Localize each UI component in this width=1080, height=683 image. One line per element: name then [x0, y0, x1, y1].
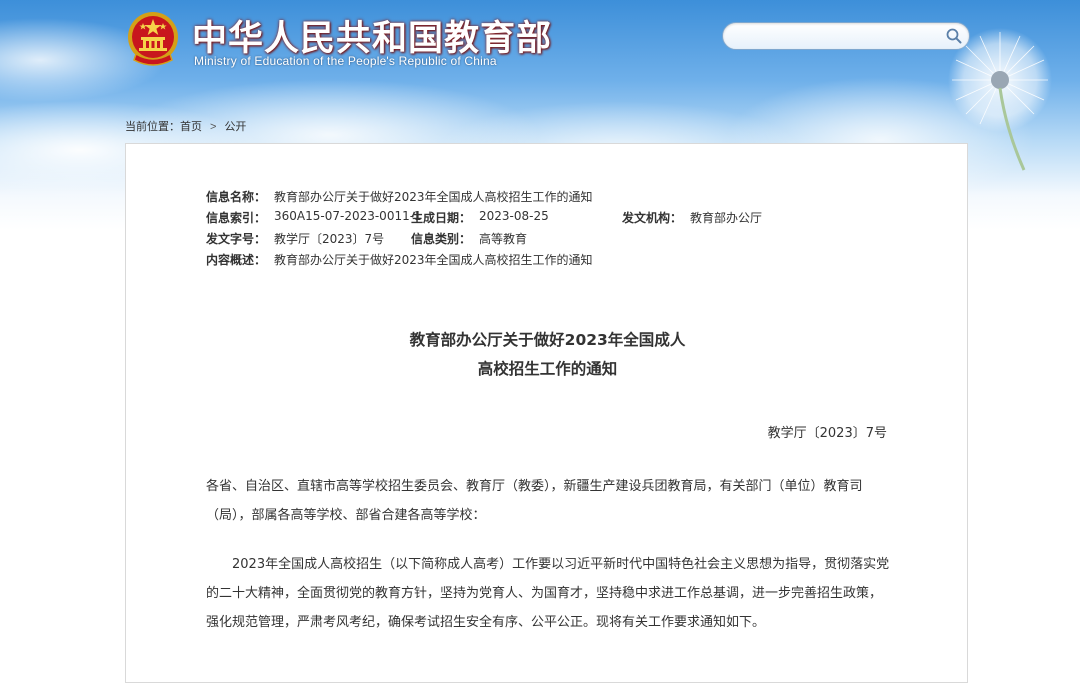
- generated-date-value: 2023-08-25: [479, 209, 549, 223]
- issuer-label: 发文机构：: [622, 211, 683, 225]
- document-title-line-2: 高校招生工作的通知: [477, 360, 618, 378]
- document-salutation: 各省、自治区、直辖市高等学校招生委员会、教育厅（教委），新疆生产建设兵团教育局，…: [206, 479, 863, 523]
- article-container: 信息名称： 教育部办公厅关于做好2023年全国成人高校招生工作的通知 信息索引：…: [125, 143, 968, 683]
- doc-code-value: 教学厅〔2023〕7号: [274, 232, 385, 246]
- issuer-value: 教育部办公厅: [690, 211, 763, 225]
- summary-value: 教育部办公厅关于做好2023年全国成人高校招生工作的通知: [274, 253, 593, 267]
- site-subtitle: Ministry of Education of the People's Re…: [194, 54, 497, 68]
- info-index-value: 360A15-07-2023-0011-1: [274, 209, 422, 223]
- info-category-value: 高等教育: [479, 232, 528, 246]
- document-title-line-1: 教育部办公厅关于做好2023年全国成人: [409, 331, 686, 349]
- info-category-label: 信息类别：: [411, 232, 472, 246]
- info-index-label: 信息索引：: [206, 211, 267, 225]
- document-paragraph-1: 2023年全国成人高校招生（以下简称成人高考）工作要以习近平新时代中国特色社会主…: [206, 557, 890, 630]
- document-title: 教育部办公厅关于做好2023年全国成人 高校招生工作的通知: [126, 326, 969, 384]
- breadcrumb-separator: >: [210, 121, 217, 133]
- site-logo[interactable]: 中华人民共和国教育部 Ministry of Education of the …: [126, 10, 551, 74]
- summary-label: 内容概述：: [206, 253, 267, 267]
- breadcrumb: 当前位置：首页 > 公开: [125, 118, 246, 134]
- national-emblem-icon: [128, 12, 178, 66]
- doc-code-label: 发文字号：: [206, 232, 267, 246]
- search-input[interactable]: [733, 26, 942, 46]
- info-name-value: 教育部办公厅关于做好2023年全国成人高校招生工作的通知: [274, 190, 593, 204]
- info-name-label: 信息名称：: [206, 190, 267, 204]
- generated-date-label: 生成日期：: [411, 211, 472, 225]
- breadcrumb-home-link[interactable]: 首页: [180, 121, 202, 133]
- breadcrumb-current-link[interactable]: 公开: [224, 121, 246, 133]
- breadcrumb-prefix: 当前位置：: [125, 121, 180, 133]
- search-box: [722, 22, 970, 50]
- document-number: 教学厅〔2023〕7号: [767, 426, 887, 441]
